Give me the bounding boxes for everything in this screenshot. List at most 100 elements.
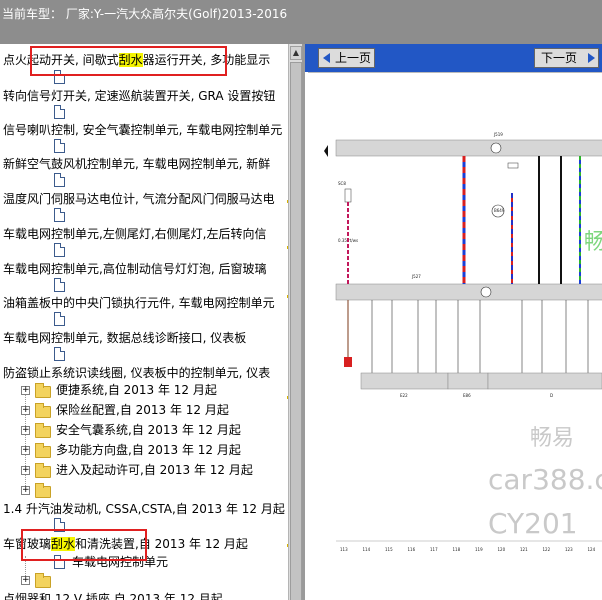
tree-item-body-control-unit[interactable]: 车载电网控制单元 bbox=[72, 552, 288, 572]
tree-item-wiper-washer[interactable]: 车窗玻璃刮水和清洗装置,自 2013 年 12 月起 bbox=[0, 534, 288, 554]
component-d bbox=[487, 372, 602, 390]
prev-page-label: 上一页 bbox=[335, 51, 372, 65]
control-unit-j519 bbox=[335, 139, 602, 157]
document-icon bbox=[54, 347, 65, 361]
scale-number: 118 bbox=[453, 547, 461, 552]
j527-label: J527 bbox=[411, 274, 421, 279]
tree-folder-label: 多功能方向盘,自 2013 年 12 月起 bbox=[56, 443, 241, 457]
expand-toggle-icon[interactable]: + bbox=[21, 486, 30, 495]
document-icon bbox=[54, 555, 65, 569]
document-icon bbox=[54, 243, 65, 257]
document-icon bbox=[54, 173, 65, 187]
folder-icon bbox=[35, 443, 51, 458]
scale-number: 123 bbox=[565, 547, 573, 552]
scale-number: 119 bbox=[475, 547, 483, 552]
expand-toggle-icon[interactable]: + bbox=[21, 576, 30, 585]
tree-item-fuel-door-lock[interactable]: 油箱盖板中的中央门锁执行元件, 车载电网控制单元 bbox=[0, 293, 288, 313]
j519-label: J519 bbox=[493, 132, 503, 137]
tree-folder-airbag[interactable]: 安全气囊系统,自 2013 年 12 月起 bbox=[56, 420, 288, 440]
scroll-up-arrow-icon[interactable]: ▲ bbox=[290, 46, 302, 60]
tree-item-label: 1.4 升汽油发动机, CSSA,CSTA,自 2013 年 12 月起 bbox=[3, 502, 285, 516]
arrow-right-icon bbox=[588, 53, 595, 63]
tree-item-label: 车载电网控制单元, 数据总线诊断接口, 仪表板 bbox=[3, 331, 247, 345]
folder-icon bbox=[35, 483, 51, 498]
d-label: D bbox=[550, 393, 553, 398]
tree-item-turn-signal-switch[interactable]: 转向信号灯开关, 定速巡航装置开关, GRA 设置按钮 bbox=[0, 86, 288, 106]
tree-item-label: 车载电网控制单元,高位制动信号灯灯泡, 后窗玻璃 bbox=[3, 262, 267, 276]
scale-number: 116 bbox=[408, 547, 416, 552]
tree-item-label: 温度风门伺服马达电位计, 气流分配风门伺服马达电 bbox=[3, 192, 275, 206]
tree-folder-entry-start[interactable]: 进入及起动许可,自 2013 年 12 月起 bbox=[56, 460, 288, 480]
scale-number: 113 bbox=[340, 547, 348, 552]
tree-item-label: 油箱盖板中的中央门锁执行元件, 车载电网控制单元 bbox=[3, 296, 275, 310]
tree-item-label: 新鲜空气鼓风机控制单元, 车载电网控制单元, 新鲜 bbox=[3, 157, 271, 171]
tree-item-label: 点火起动开关, 间歇式刮水器运行开关, 多功能显示 bbox=[3, 53, 271, 67]
expand-toggle-icon[interactable]: + bbox=[21, 406, 30, 415]
tree-item-blower-control[interactable]: 新鲜空气鼓风机控制单元, 车载电网控制单元, 新鲜 bbox=[0, 154, 288, 174]
tree-item-label: 点烟器和 12 V 插座,自 2013 年 12 月起 bbox=[3, 592, 223, 600]
b649-label: B649 bbox=[494, 208, 505, 213]
tree-folder-label: 进入及起动许可,自 2013 年 12 月起 bbox=[56, 463, 253, 477]
folder-icon bbox=[35, 573, 51, 588]
scale-number: 114 bbox=[363, 547, 371, 552]
expand-toggle-icon[interactable]: + bbox=[21, 466, 30, 475]
folder-icon bbox=[35, 383, 51, 398]
document-icon bbox=[54, 518, 65, 532]
page-marker-icon bbox=[324, 145, 328, 157]
tree-item-horn-control[interactable]: 信号喇叭控制, 安全气囊控制单元, 车载电网控制单元 bbox=[0, 120, 288, 140]
document-icon bbox=[54, 278, 65, 292]
diagram-viewer: 上一页 下一页 J519 J527 SC8 0.35 rt/ws B649 E2… bbox=[302, 44, 602, 600]
tree-folder-label: 安全气囊系统,自 2013 年 12 月起 bbox=[56, 423, 241, 437]
expand-toggle-icon[interactable]: + bbox=[21, 426, 30, 435]
watermark-green: 畅 bbox=[584, 230, 602, 255]
prev-page-button[interactable]: 上一页 bbox=[318, 48, 375, 68]
tree-item-label: 信号喇叭控制, 安全气囊控制单元, 车载电网控制单元 bbox=[3, 123, 283, 137]
e86-label: E86 bbox=[463, 393, 471, 398]
ground-symbol-icon bbox=[490, 142, 502, 154]
component-e22 bbox=[360, 372, 449, 390]
watermark-line-3: CY201 bbox=[488, 507, 578, 540]
fuse-sc8 bbox=[344, 188, 352, 203]
arrow-left-icon bbox=[323, 53, 330, 63]
document-icon bbox=[54, 139, 65, 153]
tree-item-cigarette-lighter[interactable]: 点烟器和 12 V 插座,自 2013 年 12 月起 bbox=[0, 589, 288, 600]
next-page-button[interactable]: 下一页 bbox=[534, 48, 599, 68]
tree-item-ignition-switch[interactable]: 点火起动开关, 间歇式刮水器运行开关, 多功能显示 bbox=[0, 50, 288, 70]
tree-scrollbar[interactable]: ▲ bbox=[288, 44, 302, 600]
document-icon bbox=[54, 105, 65, 119]
scrollbar-thumb[interactable] bbox=[290, 62, 302, 600]
tree-item-label: 车载电网控制单元 bbox=[72, 555, 169, 569]
connector-red bbox=[344, 357, 352, 367]
document-icon bbox=[54, 312, 65, 326]
component-e86 bbox=[447, 372, 489, 390]
document-tree: 点火起动开关, 间歇式刮水器运行开关, 多功能显示 转向信号灯开关, 定速巡航装… bbox=[0, 44, 288, 600]
folder-icon bbox=[35, 463, 51, 478]
tree-item-brake-light[interactable]: 车载电网控制单元,高位制动信号灯灯泡, 后窗玻璃 bbox=[0, 259, 288, 279]
scale-number: 121 bbox=[520, 547, 528, 552]
next-page-label: 下一页 bbox=[541, 51, 578, 65]
tree-item-label: 转向信号灯开关, 定速巡航装置开关, GRA 设置按钮 bbox=[3, 89, 276, 103]
tree-folder-fuses[interactable]: 保险丝配置,自 2013 年 12 月起 bbox=[56, 400, 288, 420]
tree-folder-convenience[interactable]: 便捷系统,自 2013 年 12 月起 bbox=[56, 380, 288, 400]
current-model-label: 当前车型： 厂家:Y-一汽大众高尔夫(Golf)2013-2016 bbox=[2, 5, 287, 22]
document-icon bbox=[54, 70, 65, 84]
ground-symbol-icon bbox=[480, 286, 492, 298]
expand-toggle-icon[interactable]: + bbox=[21, 446, 30, 455]
tree-item-temperature-flap[interactable]: 温度风门伺服马达电位计, 气流分配风门伺服马达电 bbox=[0, 189, 288, 209]
wiring-diagram-svg: J519 J527 SC8 0.35 rt/ws B649 E22 E86 D … bbox=[324, 132, 602, 552]
tree-folder-multifunction-wheel[interactable]: 多功能方向盘,自 2013 年 12 月起 bbox=[56, 440, 288, 460]
document-icon bbox=[54, 208, 65, 222]
scale-number: 115 bbox=[385, 547, 393, 552]
title-bar: 当前车型： 厂家:Y-一汽大众高尔夫(Golf)2013-2016 bbox=[0, 0, 602, 44]
e22-label: E22 bbox=[400, 393, 408, 398]
tree-item-diagnostic-interface[interactable]: 车载电网控制单元, 数据总线诊断接口, 仪表板 bbox=[0, 328, 288, 348]
folder-icon bbox=[35, 403, 51, 418]
scale-number: 117 bbox=[430, 547, 438, 552]
expand-toggle-icon[interactable]: + bbox=[21, 386, 30, 395]
tree-item-engine[interactable]: 1.4 升汽油发动机, CSSA,CSTA,自 2013 年 12 月起 bbox=[0, 499, 288, 519]
tree-item-tail-lights[interactable]: 车载电网控制单元,左侧尾灯,右侧尾灯,左后转向信 bbox=[0, 224, 288, 244]
connector-block bbox=[507, 162, 519, 169]
folder-icon bbox=[35, 423, 51, 438]
control-unit-j527 bbox=[335, 283, 602, 301]
scale-number: 124 bbox=[588, 547, 596, 552]
